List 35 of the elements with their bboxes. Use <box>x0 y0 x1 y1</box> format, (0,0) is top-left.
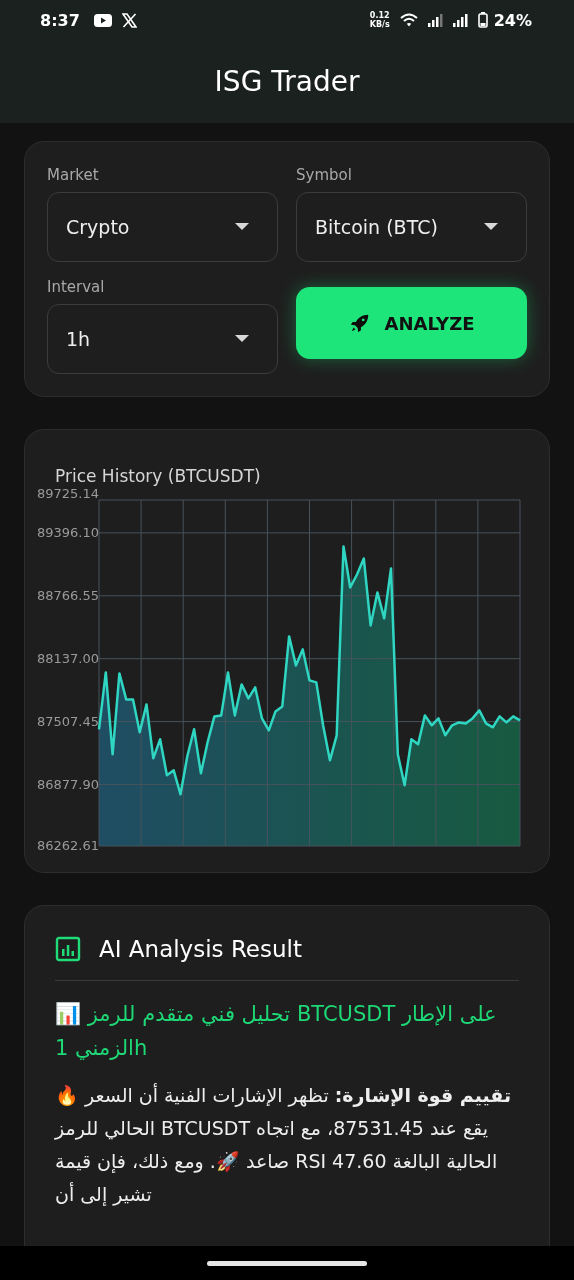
video-play-icon <box>93 13 112 27</box>
axis-tick-label: 86262.61 <box>37 838 100 853</box>
analysis-title: AI Analysis Result <box>99 936 302 962</box>
analysis-heading: 📊 تحليل فني متقدم للرمز BTCUSDT على الإطار الزمني 1h <box>55 1001 498 1062</box>
network-speed-unit: KB/s <box>369 20 390 29</box>
analysis-paragraph: 🔥 تقييم قوة الإشارة: تظهر الإشارات الفنية أن السعر الحالي للرمز BTCUSDT يقع عند 87531.45، مع اتجاه صاعد 🚀. ومع ذلك، فإن قيمة RSI الحالية البالغة 47.60 تشير إلى أن <box>55 1082 513 1208</box>
axis-tick-label: 87507.45 <box>37 713 100 729</box>
x-letter-icon <box>121 12 137 28</box>
clock-time: 8:37 <box>40 10 80 30</box>
chart-title: Price History (BTCUSDT) <box>55 466 262 486</box>
rocket-icon <box>348 312 371 334</box>
caret-icon <box>235 223 249 231</box>
caret-icon <box>484 223 498 231</box>
axis-tick-label: 86877.90 <box>37 776 100 792</box>
battery-percentage: 24% <box>493 10 532 30</box>
field-label: Interval <box>47 278 106 296</box>
dropdown[interactable]: Crypto <box>47 192 278 262</box>
field-label: Symbol <box>296 166 353 184</box>
axis-tick-label: 88766.55 <box>37 587 100 603</box>
axis-tick-label: 89396.10 <box>37 524 100 540</box>
axis-tick-label: 88137.00 <box>37 650 100 666</box>
wifi-icon <box>399 13 418 27</box>
network-speed: 0.12 <box>369 11 390 20</box>
dropdown[interactable]: Bitcoin (BTC) <box>296 192 527 262</box>
bar-chart-icon <box>55 936 81 962</box>
dropdown[interactable]: 1h <box>47 304 278 374</box>
app-title: ISG Trader <box>214 65 360 98</box>
caret-icon <box>235 335 249 343</box>
signal-icon <box>452 13 468 27</box>
axis-tick-label: 89725.14 <box>37 486 100 501</box>
signal-icon <box>427 13 443 27</box>
home-handle[interactable] <box>207 1260 367 1266</box>
field-label: Market <box>47 166 100 184</box>
analyze-button[interactable]: ANALYZE <box>296 287 527 359</box>
battery-icon <box>477 12 488 28</box>
